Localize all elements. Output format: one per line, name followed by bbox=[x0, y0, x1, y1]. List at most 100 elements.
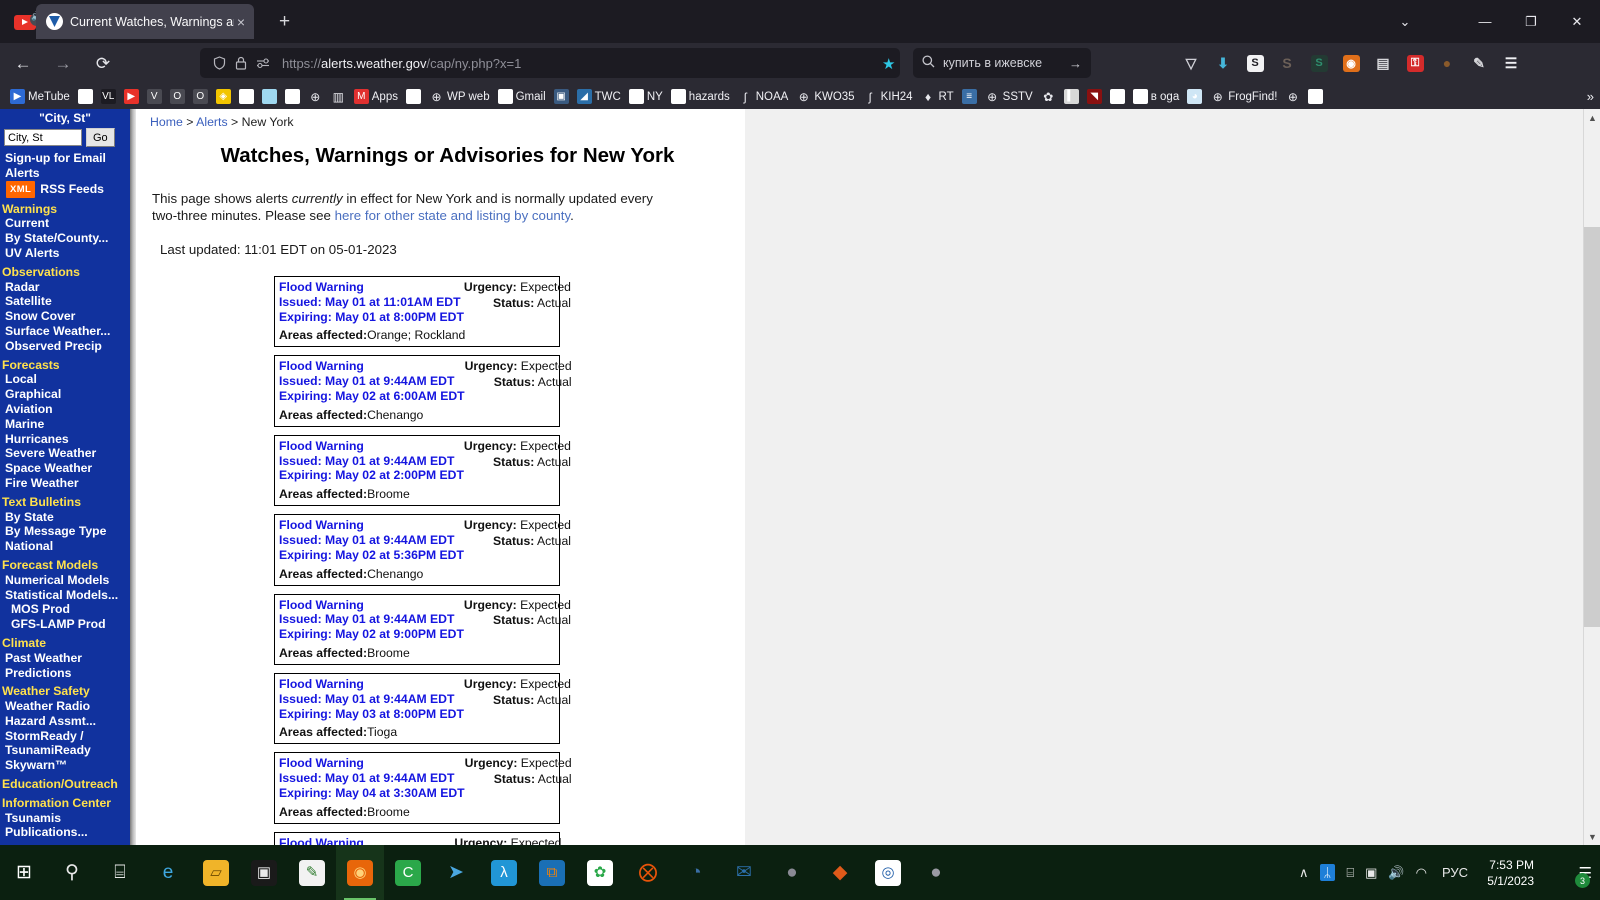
sidebar-item-fire-weather[interactable]: Fire Weather bbox=[0, 476, 130, 491]
sidebar-group-climate[interactable]: Climate bbox=[0, 632, 130, 651]
bear-icon[interactable]: ● bbox=[1431, 48, 1463, 78]
bookmark-item[interactable]: ◢ TWC bbox=[573, 86, 625, 108]
alert-box[interactable]: Flood WarningIssued: May 01 at 9:44AM ED… bbox=[274, 672, 571, 745]
sticker-icon[interactable]: ✎ bbox=[1463, 48, 1495, 78]
bookmark-item[interactable]: ♦ RT bbox=[917, 86, 958, 108]
bookmark-item[interactable]: G bbox=[281, 86, 304, 108]
sidebar-group-text-bulletins[interactable]: Text Bulletins bbox=[0, 491, 130, 510]
bookmark-item[interactable]: L bbox=[1304, 86, 1327, 108]
sidebar-item-stormready[interactable]: StormReady / bbox=[0, 729, 130, 744]
taskbar-steam-icon[interactable]: ◔ bbox=[672, 845, 720, 900]
address-bar[interactable]: https://alerts.weather.gov/cap/ny.php?x=… bbox=[200, 48, 900, 78]
sidebar-item-weather-radio[interactable]: Weather Radio bbox=[0, 699, 130, 714]
alert-box[interactable]: Flood WarningIssued: May 01 at 9:44AM ED… bbox=[274, 514, 571, 586]
bookmark-item[interactable]: B bbox=[74, 86, 97, 108]
app-menu-icon[interactable]: ☰ bbox=[1495, 48, 1527, 78]
sidebar-item-observed-precip[interactable]: Observed Precip bbox=[0, 339, 130, 354]
search-go-icon[interactable]: → bbox=[1069, 56, 1082, 71]
sidebar-item-by-message-type[interactable]: By Message Type bbox=[0, 524, 130, 539]
bookmark-item[interactable]: ⊕ WP web bbox=[425, 86, 494, 108]
minimize-button[interactable]: — bbox=[1462, 0, 1508, 43]
sidebar-item-rss[interactable]: XML RSS Feeds bbox=[0, 180, 130, 198]
sidebar-item-hazard-assmt[interactable]: Hazard Assmt... bbox=[0, 714, 130, 729]
close-window-button[interactable]: ✕ bbox=[1554, 0, 1600, 43]
bookmark-item[interactable]: ▶ MeTube bbox=[6, 86, 74, 108]
alert-box[interactable]: Flood WarningIssued: May 01 at 9:44AM ED… bbox=[274, 355, 572, 427]
sidebar-item-predictions[interactable]: Predictions bbox=[0, 666, 130, 681]
bookmark-item[interactable]: ⊕ FrogFind! bbox=[1206, 86, 1281, 108]
bookmark-item[interactable]: ▥ bbox=[327, 86, 350, 108]
bookmark-item[interactable]: M Gmail bbox=[494, 86, 550, 108]
downloads-icon[interactable]: ⬇ bbox=[1207, 48, 1239, 78]
bookmark-item[interactable]: ▽ hazards bbox=[667, 86, 734, 108]
bookmark-item[interactable]: ▽ NY bbox=[625, 86, 667, 108]
sidebar-item-tsunamis[interactable]: Tsunamis bbox=[0, 811, 130, 826]
taskbar-notepad-icon[interactable]: ✎ bbox=[288, 845, 336, 900]
bookmark-item[interactable]: ▍ bbox=[1060, 86, 1083, 108]
bookmark-item[interactable]: ⊕ KWO35 bbox=[792, 86, 858, 108]
bookmark-item[interactable]: O bbox=[189, 86, 212, 108]
alert-event[interactable]: Flood Warning bbox=[279, 518, 464, 533]
sidebar-item-national[interactable]: National bbox=[0, 539, 130, 554]
close-icon[interactable]: × bbox=[234, 14, 248, 30]
sidebar-item-local[interactable]: Local bbox=[0, 372, 130, 387]
bookmark-item[interactable]: ʃ KIH24 bbox=[859, 86, 917, 108]
taskbar-command-prompt-icon[interactable]: ▣ bbox=[240, 845, 288, 900]
sidebar-item-by-state-county[interactable]: By State/County... bbox=[0, 231, 130, 246]
breadcrumb-alerts[interactable]: Alerts bbox=[196, 115, 227, 129]
bookmark-item[interactable]: ≡ bbox=[958, 86, 981, 108]
taskbar-mail-icon[interactable]: ✉ bbox=[720, 845, 768, 900]
scrollbar-thumb[interactable] bbox=[1584, 227, 1600, 627]
taskbar-file-explorer-icon[interactable]: ▱ bbox=[192, 845, 240, 900]
bookmark-item[interactable]: Gв oga bbox=[1129, 86, 1184, 108]
lock-icon[interactable] bbox=[230, 53, 252, 73]
tracking-protection-icon[interactable] bbox=[252, 53, 274, 73]
sidebar-item-skywarn[interactable]: Skywarn™ bbox=[0, 758, 130, 773]
sidebar-item-tsunamiready[interactable]: TsunamiReady bbox=[0, 743, 130, 758]
sidebar-item-aviation[interactable]: Aviation bbox=[0, 402, 130, 417]
sidebar-item-numerical-models[interactable]: Numerical Models bbox=[0, 573, 130, 588]
alert-box[interactable]: Flood WarningIssued: May 01 at 9:44AM ED… bbox=[274, 434, 571, 507]
volume-icon[interactable]: 🔊 bbox=[1388, 865, 1404, 881]
go-button[interactable]: Go bbox=[86, 128, 115, 147]
alert-box[interactable]: Flood Warning Issued: May 01 at 11:01AM E… bbox=[274, 276, 571, 348]
sidebar-group-forecast-models[interactable]: Forecast Models bbox=[0, 554, 130, 573]
bookmark-item[interactable]: ✿ bbox=[1037, 86, 1060, 108]
sidebar-item-by-state[interactable]: By State bbox=[0, 510, 130, 525]
alert-box[interactable]: Flood WarningIssued: May 01 at 9:44AM ED… bbox=[274, 593, 571, 665]
county-listing-link[interactable]: here for other state and listing by coun… bbox=[335, 208, 571, 223]
notification-center-button[interactable]: ☰ 3 bbox=[1575, 845, 1592, 900]
alert-event[interactable]: Flood Warning bbox=[279, 439, 464, 454]
shield-icon[interactable] bbox=[208, 53, 230, 73]
display-icon[interactable]: ⌸ bbox=[1346, 865, 1354, 881]
sidebar-group-forecasts[interactable]: Forecasts bbox=[0, 354, 130, 373]
sidebar-item-graphical[interactable]: Graphical bbox=[0, 387, 130, 402]
alert-event[interactable]: Flood Warning bbox=[279, 598, 464, 613]
bookmark-item[interactable]: ◈ bbox=[212, 86, 235, 108]
sidebar-item-publications[interactable]: Publications... bbox=[0, 825, 130, 840]
alert-event[interactable]: Flood Warning bbox=[279, 756, 465, 771]
reader-icon[interactable]: ▤ bbox=[1367, 48, 1399, 78]
sidebar-item-space-weather[interactable]: Space Weather bbox=[0, 461, 130, 476]
taskbar-icq-pro-icon[interactable]: ✿ bbox=[576, 845, 624, 900]
city-state-input[interactable] bbox=[4, 129, 82, 146]
alert-box[interactable]: Flood WarningIssued: May 01 at 9:44AM ED… bbox=[274, 752, 572, 824]
taskbar-obs-studio-icon[interactable]: ● bbox=[912, 845, 960, 900]
sidebar-item-gfs-lamp-prod[interactable]: GFS-LAMP Prod bbox=[0, 617, 130, 632]
sidebar-item-severe-weather[interactable]: Severe Weather bbox=[0, 446, 130, 461]
sidebar-item-current[interactable]: Current bbox=[0, 216, 130, 231]
new-tab-button[interactable]: + bbox=[279, 11, 290, 33]
battery-icon[interactable]: ▣ bbox=[1365, 865, 1377, 881]
sidebar-item-marine[interactable]: Marine bbox=[0, 417, 130, 432]
bookmark-item[interactable]: ⊕ bbox=[1281, 86, 1304, 108]
bookmark-item[interactable]: N bbox=[402, 86, 425, 108]
bookmark-item[interactable]: VL bbox=[97, 86, 120, 108]
taskbar-xfire-icon[interactable]: ⨂ bbox=[624, 845, 672, 900]
maximize-button[interactable]: ❐ bbox=[1508, 0, 1554, 43]
bookmark-item[interactable]: ◆ bbox=[1106, 86, 1129, 108]
bookmark-item[interactable] bbox=[258, 86, 281, 108]
bookmark-item[interactable]: O bbox=[166, 86, 189, 108]
bookmark-item[interactable]: ◕ bbox=[1183, 86, 1206, 108]
alert-event[interactable]: Flood Warning bbox=[279, 359, 465, 374]
sidebar-item-uv-alerts[interactable]: UV Alerts bbox=[0, 246, 130, 261]
